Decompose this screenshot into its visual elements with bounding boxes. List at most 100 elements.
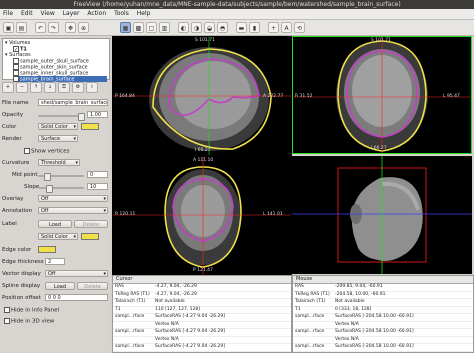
measure-icon[interactable]: ⊕ [78,22,89,33]
table-row: sampl...rface SurfaceRAS [-204.58 10.00 -… [293,344,473,352]
show-vertices-checkbox[interactable]: Show vertices [24,148,69,155]
file-name-field[interactable]: shed/sample_brain_surface [38,99,108,106]
axial-view[interactable]: A 111.10 R 120.11 L 141.01 P 121.47 [112,156,292,276]
table-row: Vertex N/A [113,322,291,329]
info-value[interactable]: -4.27, 9.04, -26.29 [155,284,197,291]
view-sagittal-icon[interactable]: ◐ [178,22,189,33]
opacity-slider[interactable] [38,113,85,121]
lut-icon[interactable]: ▬ [236,22,247,33]
info-value[interactable]: 0 [333, 18, 128] [335,307,371,314]
3d-render [292,156,472,274]
menu-edit[interactable]: Edit [18,9,36,19]
info-key: sampl...rface [115,329,145,334]
menu-tools[interactable]: Tools [111,9,132,19]
info-value: SurfaceRAS [-4.27 9.04 -26.29] [155,314,225,319]
load-volume-icon[interactable]: ▣ [3,22,14,33]
menu-action[interactable]: Action [84,9,109,19]
layout-2x2-icon[interactable]: ▩ [133,22,144,33]
edge-color-label: Edge color [2,247,32,253]
reset-view-icon[interactable]: ⟲ [294,22,305,33]
sagittal-left-label: P 164.84 [115,94,135,99]
menu-view[interactable]: View [38,9,58,19]
text-annotation-icon[interactable]: A [281,22,292,33]
midpoint-slider[interactable] [38,173,84,181]
midpoint-slider-handle[interactable] [44,173,51,181]
info-value[interactable]: 110 [127, 127, 128] [155,307,200,314]
settings-icon[interactable]: ⚙ [72,82,84,93]
position-offset-field[interactable]: 0 0 0 [45,294,108,301]
opacity-slider-handle[interactable] [78,113,85,121]
lock-icon[interactable]: ⚿ [58,82,70,93]
hide-info-checkbox[interactable]: Hide in Info Panel [4,307,59,314]
surface-color-swatch[interactable] [81,123,99,130]
layer-tree: ▾ Volumes ✓ T1 ▾ Surfaces sample_outer_sk… [2,38,110,83]
menu-layer[interactable]: Layer [60,9,83,19]
mouse-info-panel: Mouse RAS -209.85, 9.04, -60.91 TkReg RAS… [292,275,474,353]
info-value: SurfaceRAS [-204.58 10.00 -60.91] [335,314,414,319]
menu-bar: File Edit View Layer Action Tools Help [0,9,474,20]
table-row: T1 110 [127, 127, 128] [113,307,291,314]
coronal-view[interactable]: S 101.71 R 31.52 L 95.47 I 66.27 [292,36,472,154]
menu-help[interactable]: Help [134,9,154,19]
menu-file[interactable]: File [0,9,16,19]
view-3d-icon[interactable]: ◓ [217,22,228,33]
slope-slider[interactable] [38,185,84,193]
show-vertices-box[interactable] [24,148,30,154]
view-axial-icon[interactable]: ◒ [204,22,215,33]
spline-load-button[interactable]: Load [45,282,75,290]
info-value: SurfaceRAS [-4.27 9.04 -26.29] [155,329,225,334]
layout-1x3-icon[interactable]: ▦ [120,22,131,33]
redo-icon[interactable]: ↷ [48,22,59,33]
hide-3d-box[interactable] [4,318,10,324]
label-load-button[interactable]: Load [38,220,72,228]
label-color-swatch[interactable] [81,233,99,240]
table-row: TkReg RAS (T1) -4.27, 9.04, -26.29 [113,292,291,299]
layout-1x1-icon[interactable]: □ [146,22,157,33]
vector-display-select[interactable]: Off [45,270,108,278]
table-row: sampl...rface SurfaceRAS [-4.27 9.04 -26.… [113,314,291,322]
info-value: Not available [155,299,185,304]
save-icon[interactable]: ▤ [16,22,27,33]
move-down-icon[interactable]: ↓ [44,82,56,93]
3d-view[interactable] [292,156,472,274]
edge-color-swatch[interactable] [38,246,56,253]
curvature-select[interactable]: Threshold [38,159,80,167]
navigate-icon[interactable]: ✥ [65,22,76,33]
info-value[interactable]: -209.85, 9.04, -60.91 [335,284,383,291]
coronal-top-label: S 101.71 [371,38,392,43]
file-name-label: File name [2,100,29,106]
sagittal-view[interactable]: S 101.71 P 164.84 A 222.77 I 66.27 [112,36,292,156]
move-up-icon[interactable]: ↑ [30,82,42,93]
midpoint-field[interactable]: 0 [87,171,108,178]
layout-3x1-icon[interactable]: ▥ [159,22,170,33]
info-value[interactable]: -204.58, 10.00, -60.91 [335,292,385,299]
opacity-field[interactable]: 1.00 [87,111,108,118]
colorbar-icon[interactable]: ▮ [249,22,260,33]
info-icon[interactable]: i [86,82,98,93]
color-mode-select[interactable]: Solid Color [38,123,78,131]
hide-3d-checkbox[interactable]: Hide in 3D view [4,318,54,325]
render-select[interactable]: Surface [38,135,78,143]
view-coronal-icon[interactable]: ◑ [191,22,202,33]
spline-delete-button[interactable]: Delete [77,282,108,290]
slope-slider-handle[interactable] [46,185,53,193]
info-key: Talairach (T1) [115,299,146,304]
hide-info-box[interactable] [4,307,10,313]
hide-info-label: Hide in Info Panel [11,307,60,314]
coronal-bottom-label: I 66.27 [371,146,387,151]
edge-thickness-field[interactable]: 2 [45,258,65,265]
label-color-select[interactable]: Solid Color [38,233,78,241]
window-title: FreeView (/home/yuhan/mne_data/MNE-sampl… [0,0,474,9]
crosshair-icon[interactable]: + [268,22,279,33]
label-delete-button[interactable]: Delete [74,220,108,228]
overlay-select[interactable]: Off [38,195,108,203]
annotation-select[interactable]: Off [38,207,108,215]
info-value[interactable]: -4.27, 9.04, -26.29 [155,292,197,299]
axial-left-label: R 120.11 [115,212,136,217]
undo-icon[interactable]: ↶ [35,22,46,33]
info-key: sampl...rface [295,329,325,334]
remove-layer-icon[interactable]: − [16,82,28,93]
slope-field[interactable]: 10 [87,183,108,190]
curvature-label: Curvature [2,160,30,166]
add-layer-icon[interactable]: + [2,82,14,93]
